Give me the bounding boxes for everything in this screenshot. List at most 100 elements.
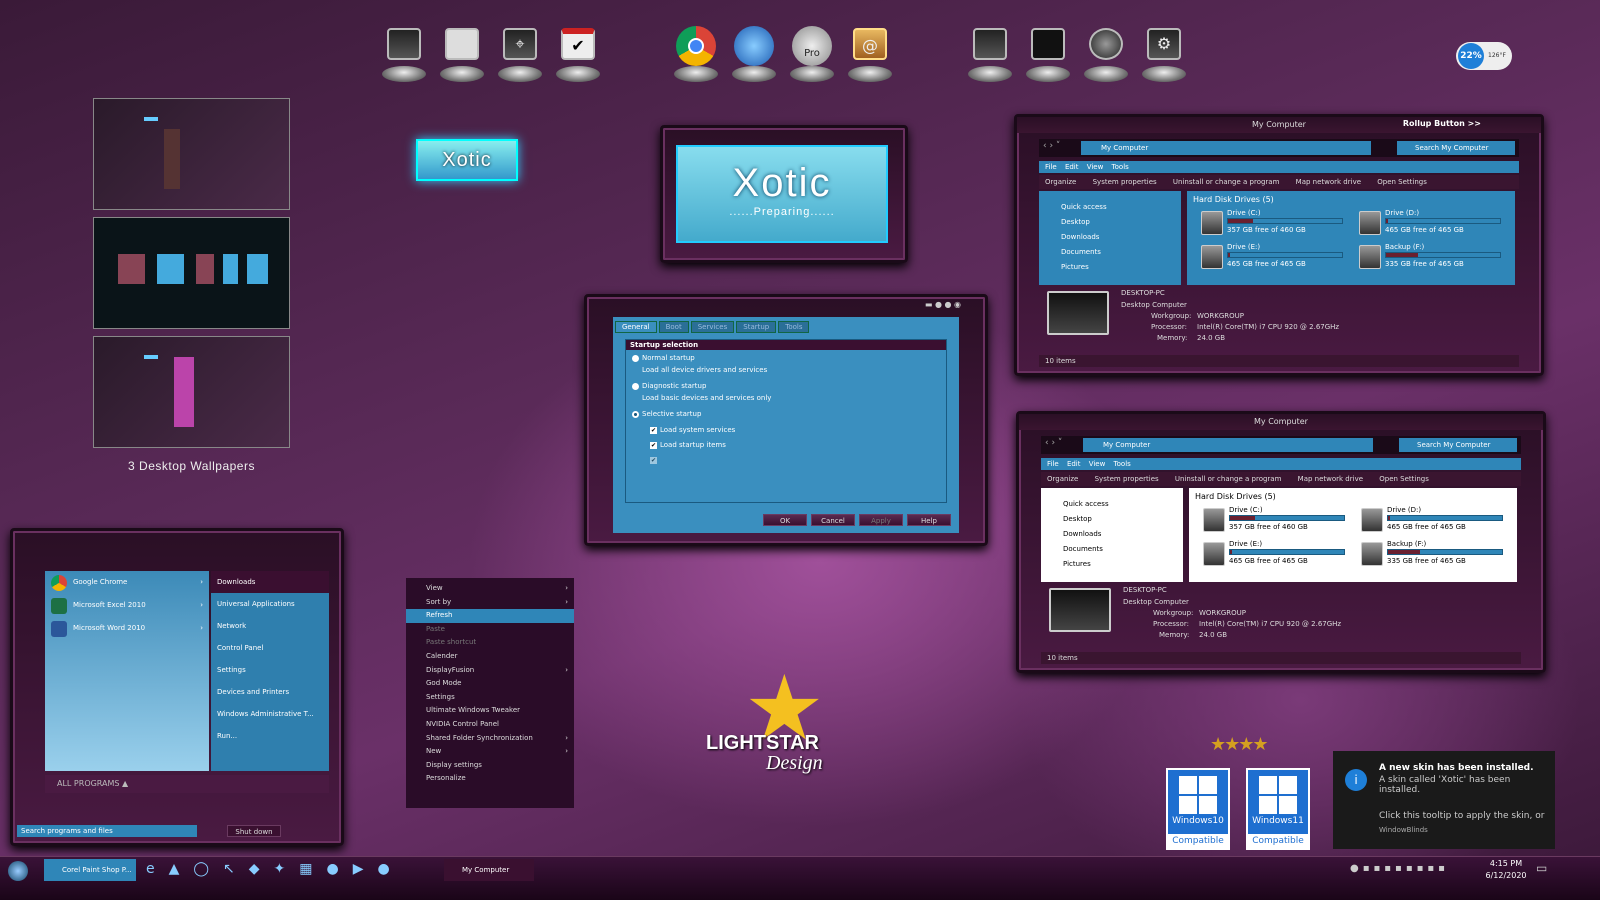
- tab-startup[interactable]: Startup: [736, 321, 777, 333]
- checkbox-load-system[interactable]: ✔: [650, 426, 657, 434]
- tray-icons[interactable]: ●▪▪▪▪▪▪▪▪: [1350, 863, 1449, 874]
- start-run[interactable]: Run...: [211, 725, 329, 747]
- tab-boot[interactable]: Boot: [658, 321, 689, 333]
- ok-button[interactable]: OK: [763, 514, 807, 526]
- ctx-display-settings[interactable]: Display settings: [406, 759, 574, 773]
- nav-desktop[interactable]: Desktop: [1061, 218, 1181, 233]
- ctx-nvidia[interactable]: NVIDIA Control Panel: [406, 718, 574, 732]
- radio-selective[interactable]: [632, 410, 639, 418]
- wallpaper-thumb-1[interactable]: [93, 98, 290, 210]
- ctx-view[interactable]: View ›: [406, 582, 574, 596]
- notification-icon[interactable]: ▭: [1536, 861, 1547, 875]
- ctx-displayfusion[interactable]: DisplayFusion ›: [406, 664, 574, 678]
- nav-downloads[interactable]: Downloads: [1061, 233, 1181, 248]
- clock-date[interactable]: 6/12/2020: [1480, 871, 1532, 880]
- ctx-shared-sync[interactable]: Shared Folder Synchronization ›: [406, 732, 574, 746]
- satellite-icon[interactable]: ⌖: [494, 26, 546, 82]
- cancel-button[interactable]: Cancel: [811, 514, 855, 526]
- nav-pictures[interactable]: Pictures: [1061, 263, 1181, 278]
- open-settings-button[interactable]: Open Settings: [1377, 178, 1427, 186]
- nav-quick-access[interactable]: Quick access: [1063, 500, 1183, 515]
- ctx-calender[interactable]: Calender: [406, 650, 574, 664]
- search-input[interactable]: Search My Computer: [1397, 141, 1515, 155]
- gear-monitor-icon[interactable]: ⚙: [1138, 26, 1190, 82]
- system-properties-button[interactable]: System properties: [1095, 475, 1159, 483]
- nav-documents[interactable]: Documents: [1061, 248, 1181, 263]
- start-devices[interactable]: Devices and Printers: [211, 681, 329, 703]
- nav-documents[interactable]: Documents: [1063, 545, 1183, 560]
- tab-services[interactable]: Services: [690, 321, 735, 333]
- rollup-label[interactable]: Rollup Button >>: [1403, 119, 1481, 128]
- address-input[interactable]: My Computer: [1083, 438, 1373, 452]
- drive-c[interactable]: Drive (C:) 357 GB free of 460 GB: [1203, 506, 1353, 536]
- pro-icon[interactable]: Pro: [786, 26, 838, 82]
- start-universal-apps[interactable]: Universal Applications: [211, 593, 329, 615]
- drive-f[interactable]: Backup (F:) 335 GB free of 465 GB: [1359, 243, 1509, 273]
- ctx-refresh[interactable]: Refresh: [406, 609, 574, 623]
- chrome-icon[interactable]: [670, 26, 722, 82]
- thunderbird-icon[interactable]: [728, 26, 780, 82]
- start-downloads[interactable]: Downloads: [211, 571, 329, 593]
- search-input[interactable]: Search My Computer: [1399, 438, 1517, 452]
- menu-bar[interactable]: File Edit View Tools: [1041, 458, 1521, 470]
- ctx-new[interactable]: New ›: [406, 745, 574, 759]
- window-controls[interactable]: ▬ ● ● ◉: [925, 300, 961, 309]
- nav-downloads[interactable]: Downloads: [1063, 530, 1183, 545]
- system-properties-button[interactable]: System properties: [1093, 178, 1157, 186]
- map-drive-button[interactable]: Map network drive: [1296, 178, 1361, 186]
- radio-normal[interactable]: [632, 354, 639, 362]
- drive-e[interactable]: Drive (E:) 465 GB free of 465 GB: [1203, 540, 1353, 570]
- start-network[interactable]: Network: [211, 615, 329, 637]
- ctx-god-mode[interactable]: God Mode: [406, 677, 574, 691]
- taskbar-app-corel[interactable]: Corel Paint Shop P...: [44, 859, 136, 881]
- ctx-personalize[interactable]: Personalize: [406, 772, 574, 786]
- ctx-sort-by[interactable]: Sort by ›: [406, 596, 574, 610]
- organize-button[interactable]: Organize: [1047, 475, 1078, 483]
- open-settings-button[interactable]: Open Settings: [1379, 475, 1429, 483]
- drive-d[interactable]: Drive (D:) 465 GB free of 465 GB: [1361, 506, 1511, 536]
- taskbar-pinned-icons[interactable]: e▲◯↖◆✦▦●▶●: [146, 861, 404, 877]
- monitor-icon[interactable]: [378, 26, 430, 82]
- start-control-panel[interactable]: Control Panel: [211, 637, 329, 659]
- clipboard-icon[interactable]: [436, 26, 488, 82]
- start-admin-tools[interactable]: Windows Administrative T...: [211, 703, 329, 725]
- uninstall-button[interactable]: Uninstall or change a program: [1173, 178, 1280, 186]
- shutdown-button[interactable]: Shut down: [227, 825, 281, 837]
- address-input[interactable]: My Computer: [1081, 141, 1371, 155]
- terminal-icon[interactable]: [1022, 26, 1074, 82]
- drive-f[interactable]: Backup (F:) 335 GB free of 465 GB: [1361, 540, 1511, 570]
- taskbar-app-mycomputer[interactable]: My Computer: [444, 859, 534, 881]
- uninstall-button[interactable]: Uninstall or change a program: [1175, 475, 1282, 483]
- start-search-input[interactable]: Search programs and files: [17, 825, 197, 837]
- calendar-check-icon[interactable]: ✔: [552, 26, 604, 82]
- nav-quick-access[interactable]: Quick access: [1061, 203, 1181, 218]
- ctx-uwt[interactable]: Ultimate Windows Tweaker: [406, 704, 574, 718]
- nav-arrows-icon[interactable]: ‹ › ˅: [1045, 438, 1062, 448]
- wallpaper-thumb-3[interactable]: [93, 336, 290, 448]
- nav-arrows-icon[interactable]: ‹ › ˅: [1043, 141, 1060, 151]
- drive-e[interactable]: Drive (E:) 465 GB free of 465 GB: [1201, 243, 1351, 273]
- settings-monitor-icon[interactable]: [964, 26, 1016, 82]
- nav-desktop[interactable]: Desktop: [1063, 515, 1183, 530]
- skin-toast[interactable]: i A new skin has been installed. A skin …: [1333, 751, 1555, 849]
- pinned-excel[interactable]: Microsoft Excel 2010 ›: [45, 594, 209, 617]
- tab-tools[interactable]: Tools: [778, 321, 810, 333]
- checkbox-load-startup[interactable]: ✔: [650, 441, 657, 449]
- pinned-word[interactable]: Microsoft Word 2010 ›: [45, 617, 209, 640]
- drive-d[interactable]: Drive (D:) 465 GB free of 465 GB: [1359, 209, 1509, 239]
- radio-diagnostic[interactable]: [632, 382, 639, 390]
- drive-c[interactable]: Drive (C:) 357 GB free of 460 GB: [1201, 209, 1351, 239]
- nav-pictures[interactable]: Pictures: [1063, 560, 1183, 575]
- start-orb-icon[interactable]: [8, 861, 28, 881]
- clock-time[interactable]: 4:15 PM: [1486, 859, 1526, 868]
- pinned-chrome[interactable]: Google Chrome ›: [45, 571, 209, 594]
- weather-widget[interactable]: 22% 126°F: [1456, 42, 1512, 70]
- help-button[interactable]: Help: [907, 514, 951, 526]
- menu-bar[interactable]: File Edit View Tools: [1039, 161, 1519, 173]
- wheel-icon[interactable]: [1080, 26, 1132, 82]
- wallpaper-thumb-2[interactable]: [93, 217, 290, 329]
- map-drive-button[interactable]: Map network drive: [1298, 475, 1363, 483]
- tab-general[interactable]: General: [615, 321, 657, 333]
- start-settings[interactable]: Settings: [211, 659, 329, 681]
- organize-button[interactable]: Organize: [1045, 178, 1076, 186]
